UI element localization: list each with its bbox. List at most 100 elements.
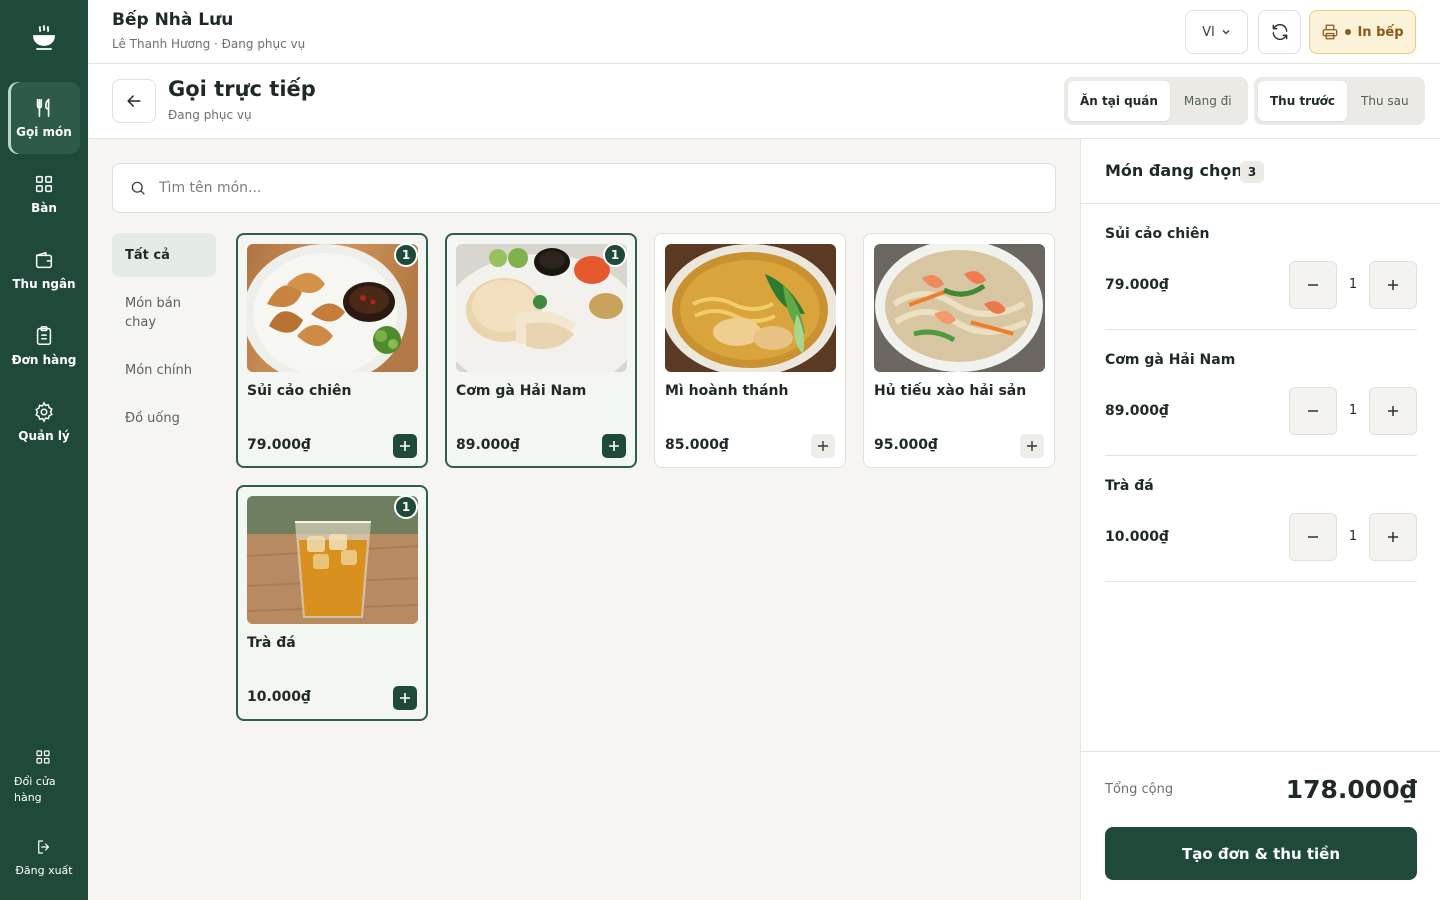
- menu-card[interactable]: Hủ tiếu xào hải sản 95.000₫: [863, 233, 1055, 468]
- page-header: Gọi trực tiếp Đang phục vụ Ăn tại quán M…: [88, 64, 1440, 139]
- search-icon: [131, 181, 145, 195]
- quantity-value: 1: [1348, 403, 1358, 418]
- decrease-quantity-button[interactable]: [1289, 261, 1337, 309]
- wallet-icon: [35, 251, 53, 269]
- takeaway-option[interactable]: Mang đi: [1172, 81, 1244, 121]
- menu-item-name: Cơm gà Hải Nam: [456, 383, 587, 399]
- store-subtitle: Lê Thanh Hương · Đang phục vụ: [112, 37, 306, 51]
- menu-card[interactable]: 1 Trà đá 10.000₫: [236, 485, 428, 721]
- switch-store-label: Đổi cửa: [14, 775, 56, 788]
- kitchen-print-label: In bếp: [1357, 24, 1404, 40]
- search-input[interactable]: [159, 180, 1019, 196]
- grid-icon: [35, 175, 53, 193]
- printer-icon: [1323, 24, 1338, 40]
- order-panel-header: Món đang chọn 3: [1081, 139, 1440, 204]
- quantity-value: 1: [1348, 277, 1358, 292]
- order-panel-footer: Tổng cộng 178.000₫ Tạo đơn & thu tiền: [1081, 751, 1440, 900]
- menu-card[interactable]: 1 Sủi cảo chiên 79.000₫: [236, 233, 428, 468]
- plus-icon: [400, 441, 410, 451]
- total-value: 178.000₫: [1285, 775, 1417, 804]
- order-line: Trà đá 10.000₫ 1: [1105, 456, 1417, 582]
- order-line-price: 79.000₫: [1105, 277, 1169, 293]
- order-line-price: 10.000₫: [1105, 529, 1169, 545]
- add-to-order-button[interactable]: [393, 434, 417, 458]
- pay-first-option[interactable]: Thu trước: [1258, 81, 1348, 121]
- menu-item-price: 95.000₫: [874, 437, 938, 453]
- language-value: VI: [1202, 24, 1215, 40]
- pay-later-option[interactable]: Thu sau: [1349, 81, 1421, 121]
- sidebar-item-label: Gọi món: [16, 125, 72, 139]
- fried-dumplings-photo: [247, 244, 418, 372]
- sidebar-item-tables[interactable]: Bàn: [8, 158, 80, 230]
- quantity-badge: 1: [603, 243, 627, 267]
- decrease-quantity-button[interactable]: [1289, 513, 1337, 561]
- logout-icon: [38, 840, 50, 854]
- category-drinks[interactable]: Đồ uống: [112, 409, 216, 428]
- quantity-badge: 1: [394, 495, 418, 519]
- wonton-noodle-soup-photo: [665, 244, 836, 372]
- plus-icon: [400, 693, 410, 703]
- increase-quantity-button[interactable]: [1369, 387, 1417, 435]
- add-to-order-button[interactable]: [602, 434, 626, 458]
- category-main-dishes[interactable]: Món chính: [112, 361, 216, 380]
- plus-icon: [818, 441, 828, 451]
- sidebar-item-label: Quản lý: [18, 429, 70, 443]
- minus-icon: [1308, 410, 1318, 412]
- plus-icon: [1027, 441, 1037, 451]
- add-to-order-button[interactable]: [811, 434, 835, 458]
- sidebar: Gọi món Bàn Thu ngân Đơn hàng Quản lý Đổ…: [0, 0, 88, 900]
- grid-icon: [36, 750, 50, 764]
- kitchen-print-button[interactable]: In bếp: [1309, 10, 1416, 54]
- sidebar-item-orders[interactable]: Đơn hàng: [8, 310, 80, 382]
- sidebar-item-cashier[interactable]: Thu ngân: [8, 234, 80, 306]
- dining-mode-toggle: Ăn tại quán Mang đi: [1064, 77, 1248, 125]
- order-line: Sủi cảo chiên 79.000₫ 1: [1105, 204, 1417, 330]
- order-line-name: Trà đá: [1105, 478, 1154, 494]
- logout-label: Đăng xuất: [15, 864, 73, 877]
- switch-store-label-line2: hàng: [14, 791, 42, 804]
- chevron-down-icon: [1222, 30, 1230, 35]
- menu-card[interactable]: Mì hoành thánh 85.000₫: [654, 233, 846, 468]
- logout-button[interactable]: Đăng xuất: [8, 838, 80, 877]
- menu-item-name: Sủi cảo chiên: [247, 383, 352, 399]
- menu-item-name: Hủ tiếu xào hải sản: [874, 383, 1027, 399]
- dine-in-option[interactable]: Ăn tại quán: [1068, 81, 1170, 121]
- total-label: Tổng cộng: [1105, 782, 1174, 797]
- plus-icon: [609, 441, 619, 451]
- plus-icon: [1388, 406, 1398, 416]
- increase-quantity-button[interactable]: [1369, 513, 1417, 561]
- utensils-icon: [36, 98, 50, 118]
- menu-card[interactable]: 1 Cơm gà Hải Nam 89.000₫: [445, 233, 637, 468]
- sidebar-item-label: Đơn hàng: [11, 353, 77, 367]
- sidebar-item-order[interactable]: Gọi món: [8, 82, 80, 154]
- refresh-button[interactable]: [1258, 10, 1301, 54]
- hainanese-chicken-rice-photo: [456, 244, 627, 372]
- order-line-name: Sủi cảo chiên: [1105, 226, 1210, 242]
- order-line-name: Cơm gà Hải Nam: [1105, 352, 1236, 368]
- sidebar-item-label: Bàn: [31, 201, 57, 215]
- search-bar: [112, 163, 1056, 213]
- add-to-order-button[interactable]: [393, 686, 417, 710]
- order-panel: Món đang chọn 3 Sủi cảo chiên 79.000₫ 1 …: [1080, 139, 1440, 900]
- menu-item-name: Trà đá: [247, 635, 296, 651]
- minus-icon: [1308, 284, 1318, 286]
- order-line-price: 89.000₫: [1105, 403, 1169, 419]
- iced-tea-photo: [247, 496, 418, 624]
- decrease-quantity-button[interactable]: [1289, 387, 1337, 435]
- increase-quantity-button[interactable]: [1369, 261, 1417, 309]
- category-all[interactable]: Tất cả: [112, 233, 216, 277]
- add-to-order-button[interactable]: [1020, 434, 1044, 458]
- page-title: Gọi trực tiếp: [168, 77, 316, 101]
- back-button[interactable]: [112, 79, 156, 123]
- clipboard-icon: [36, 326, 52, 345]
- gear-icon: [35, 401, 53, 423]
- sidebar-item-management[interactable]: Quản lý: [8, 386, 80, 458]
- language-select[interactable]: VI: [1185, 10, 1248, 54]
- category-best-seller[interactable]: Món bán chay: [112, 294, 202, 332]
- switch-store-button[interactable]: Đổi cửa hàng: [8, 748, 80, 806]
- store-name: Bếp Nhà Lưu: [112, 10, 234, 30]
- menu-item-name: Mì hoành thánh: [665, 383, 789, 399]
- plus-icon: [1388, 532, 1398, 542]
- create-order-and-pay-button[interactable]: Tạo đơn & thu tiền: [1105, 827, 1417, 880]
- quantity-badge: 1: [394, 243, 418, 267]
